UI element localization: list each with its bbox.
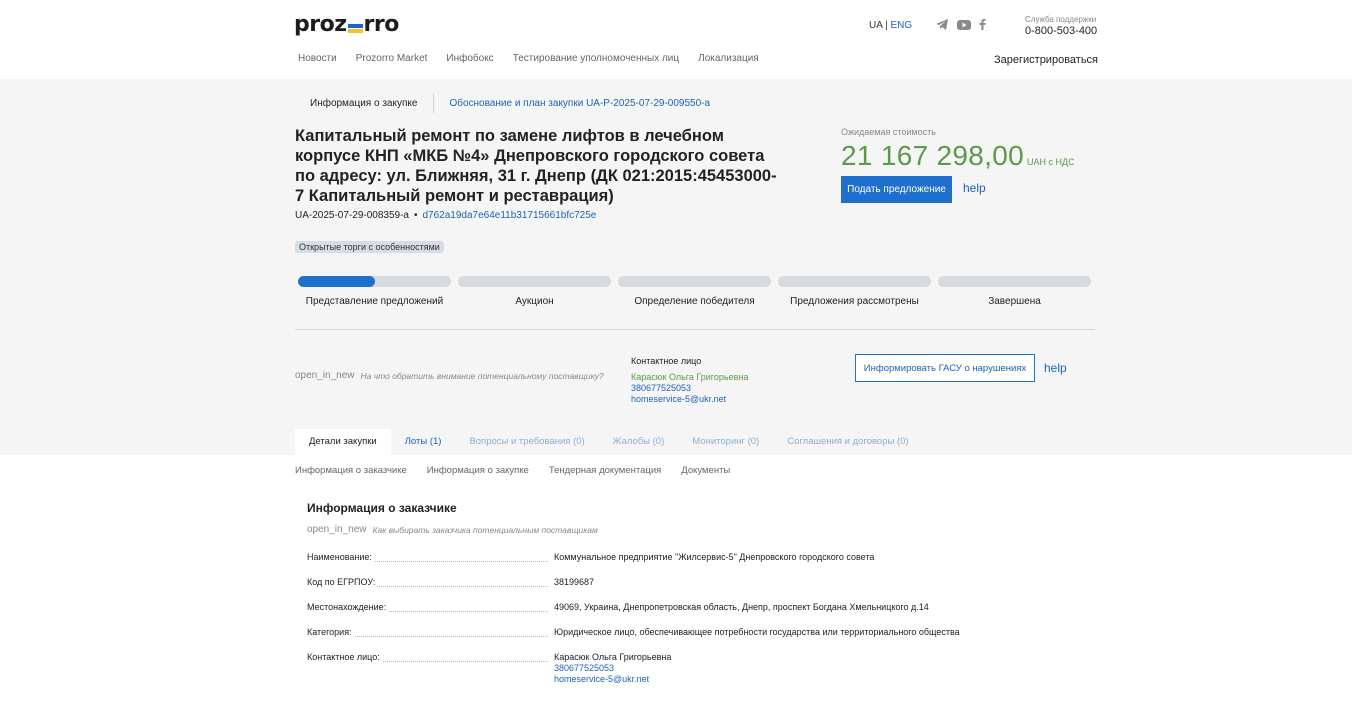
info-value: 38199687 [554,577,595,587]
tender-summary: Информация о закупке Обоснование и план … [0,79,1352,455]
info-value: 49069, Украина, Днепропетровская область… [554,602,929,612]
register-link[interactable]: Зарегистрироваться [994,54,1098,66]
subtab-procurement[interactable]: Информация о закупке [427,465,529,476]
info-value: Коммунальное предприятие "Жилсервис-5" Д… [554,552,875,562]
site-header: proz rro UA | ENG Служба поддержки 0-800… [0,0,1352,79]
stage-bar [778,276,931,287]
submit-offer-button[interactable]: Подать предложение [841,176,952,203]
stage-completed: Завершена [938,276,1091,307]
ukraine-flag-icon [347,24,363,33]
contact-heading: Контактное лицо [631,356,702,366]
info-key: Местонахождение: [307,602,389,612]
tab-questions[interactable]: Вопросы и требования (0) [455,429,598,455]
open-in-new-icon: open_in_new [307,524,367,535]
customer-info-table: Наименование: Коммунальное предприятие "… [307,552,1087,684]
stage-label: Представление предложений [305,296,444,307]
procedure-badge: Открытые торги с особенностями [295,241,444,253]
info-row: Наименование: Коммунальное предприятие "… [307,552,1087,577]
support-phone[interactable]: 0-800-503-400 [1025,25,1097,37]
open-in-new-icon: open_in_new [295,370,355,381]
tab-agreements[interactable]: Соглашения и договоры (0) [773,429,922,455]
stage-bar [618,276,771,287]
cost-unit: UAH с НДС [1027,157,1075,167]
info-value: Юридическое лицо, обеспечивающее потребн… [554,627,960,637]
stage-submission: Представление предложений [298,276,451,307]
info-key: Код по ЕГРПОУ: [307,577,378,587]
detail-subnav: Информация о заказчике Информация о заку… [295,465,730,476]
contact-phone[interactable]: 380677525053 [554,663,1087,674]
breadcrumb-divider [433,93,435,113]
stage-label: Предложения рассмотрены [790,296,919,307]
info-row: Местонахождение: 49069, Украина, Днепроп… [307,602,1087,627]
help-link-2[interactable]: help [1044,361,1067,375]
main-nav: Новости Prozorro Market Инфобокс Тестиро… [298,53,759,64]
stage-label: Аукцион [515,296,554,307]
tab-complaints[interactable]: Жалобы (0) [599,429,679,455]
stage-bar [938,276,1091,287]
stage-auction: Аукцион [458,276,611,307]
stage-label: Завершена [988,296,1041,307]
support-label: Служба поддержки [1025,15,1097,24]
info-row: Контактное лицо: Карасюк Ольга Григорьев… [307,652,1087,684]
stage-reviewed: Предложения рассмотрены [778,276,931,307]
tender-id: UA-2025-07-29-008359-a [295,210,409,221]
breadcrumb: Информация о закупке Обоснование и план … [310,93,710,113]
social-links [936,19,986,30]
nav-prozorro-market[interactable]: Prozorro Market [356,53,428,64]
info-key: Категория: [307,627,354,637]
customer-hint-text: Как выбирать заказчика потенциальным пос… [372,524,598,535]
stage-bar [298,276,451,287]
nav-localization[interactable]: Локализация [698,53,759,64]
tab-details[interactable]: Детали закупки [295,429,391,455]
customer-hint-link[interactable]: open_in_new Как выбирать заказчика потен… [307,524,598,535]
expected-cost: 21 167 298,00 [841,140,1024,171]
section-title: Информация о заказчике [307,501,457,515]
tender-tabs: Детали закупки Лоты (1) Вопросы и требов… [295,429,923,455]
tender-hash-link[interactable]: d762a19da7e64e11b31715661bfc725e [422,210,596,221]
stage-label: Определение победителя [634,296,755,307]
contact-email[interactable]: homeservice-5@ukr.net [631,394,748,405]
language-switcher: UA | ENG [869,20,913,31]
stage-bar [458,276,611,287]
expected-cost-label: Ожидаемая стоимость [841,127,936,137]
supplier-hint-text: На что обратить внимание потенциальному … [360,370,604,381]
tab-lots[interactable]: Лоты (1) [391,429,456,455]
youtube-icon[interactable] [957,19,971,30]
lang-eng[interactable]: ENG [891,20,913,31]
supplier-hint-link[interactable]: open_in_new На что обратить внимание пот… [295,370,604,381]
info-row: Код по ЕГРПОУ: 38199687 [307,577,1087,602]
stage-winner: Определение победителя [618,276,771,307]
tender-ids: UA-2025-07-29-008359-a • d762a19da7e64e1… [295,210,597,221]
info-row: Категория: Юридическое лицо, обеспечиваю… [307,627,1087,652]
breadcrumb-current: Информация о закупке [310,97,418,109]
contact-name: Карасюк Ольга Григорьевна [554,652,672,662]
contact-name: Карасюк Ольга Григорьевна [631,372,749,382]
help-link[interactable]: help [963,181,986,195]
nav-infobox[interactable]: Инфобокс [446,53,493,64]
lang-ua[interactable]: UA [869,20,882,31]
tab-monitoring[interactable]: Мониторинг (0) [678,429,773,455]
facebook-icon[interactable] [979,19,986,30]
nav-testing[interactable]: Тестирование уполномоченных лиц [513,53,679,64]
contact-block: Контактное лицо Карасюк Ольга Григорьевн… [631,356,748,405]
subtab-tender-docs[interactable]: Тендерная документация [549,465,661,476]
subtab-documents[interactable]: Документы [681,465,730,476]
telegram-icon[interactable] [936,19,949,30]
support-block: Служба поддержки 0-800-503-400 [1025,15,1097,37]
page-title: Капитальный ремонт по замене лифтов в ле… [295,127,777,205]
subtab-customer[interactable]: Информация о заказчике [295,465,407,476]
divider [295,329,1095,330]
inform-gasu-button[interactable]: Информировать ГАСУ о нарушениях [855,354,1035,382]
contact-phone[interactable]: 380677525053 [631,383,748,394]
nav-news[interactable]: Новости [298,53,337,64]
info-key: Наименование: [307,552,374,562]
contact-email[interactable]: homeservice-5@ukr.net [554,674,1087,685]
prozorro-logo[interactable]: proz rro [294,11,399,37]
breadcrumb-plan-link[interactable]: Обоснование и план закупки UA-P-2025-07-… [449,98,710,109]
info-key: Контактное лицо: [307,652,382,662]
